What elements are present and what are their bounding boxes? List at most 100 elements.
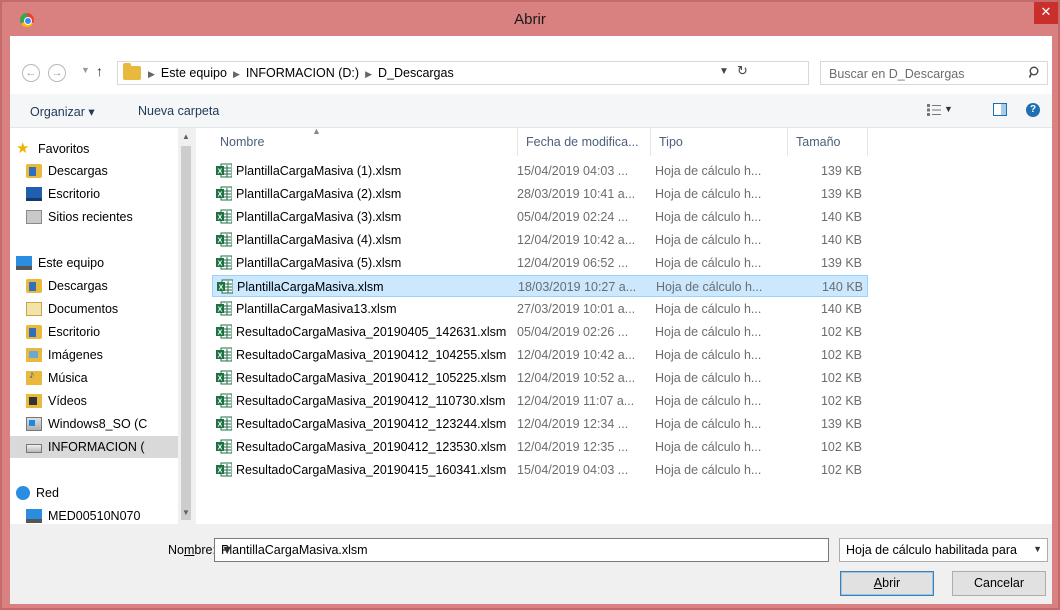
excel-file-icon: X bbox=[216, 439, 233, 454]
file-row[interactable]: X ResultadoCargaMasiva_20190412_123244.xl… bbox=[212, 413, 868, 435]
breadcrumb-item[interactable]: D_Descargas bbox=[378, 66, 454, 80]
chevron-down-icon[interactable]: ▼ bbox=[221, 543, 822, 557]
chevron-right-icon[interactable]: ▶ bbox=[148, 66, 155, 80]
breadcrumb-item[interactable]: Este equipo bbox=[161, 66, 227, 80]
nav-documents[interactable]: Documentos bbox=[10, 298, 178, 320]
command-toolbar: Organizar ▾ Nueva carpeta ▼ ? bbox=[10, 94, 1052, 128]
scroll-down-icon[interactable]: ▼ bbox=[182, 508, 190, 517]
file-name: PlantillaCargaMasiva13.xlsm bbox=[236, 302, 397, 316]
chevron-down-icon[interactable]: ▼ bbox=[1033, 544, 1042, 554]
nav-network[interactable]: Red bbox=[10, 482, 178, 504]
filename-label-accesskey: m bbox=[183, 543, 195, 557]
address-bar[interactable]: ▶ Este equipo ▶ INFORMACION (D:) ▶ D_Des… bbox=[117, 61, 809, 85]
file-size: 139 KB bbox=[820, 417, 862, 431]
organize-button[interactable]: Organizar ▾ bbox=[30, 104, 95, 119]
downloads-folder-icon bbox=[26, 164, 42, 178]
address-dropdown-icon[interactable]: ▼ bbox=[719, 66, 729, 77]
address-row: ← → ▼ ↑ ▶ Este equipo ▶ INFORMACION (D:)… bbox=[10, 36, 1052, 94]
column-header-date[interactable]: Fecha de modifica... bbox=[518, 128, 651, 156]
file-row[interactable]: X PlantillaCargaMasiva (2).xlsm 28/03/2019… bbox=[212, 183, 868, 205]
file-type: Hoja de cálculo h... bbox=[655, 463, 762, 477]
file-size: 102 KB bbox=[820, 325, 862, 339]
search-icon[interactable] bbox=[1029, 66, 1041, 78]
file-type: Hoja de cálculo h... bbox=[655, 417, 762, 431]
nav-favorites[interactable]: ★ Favoritos bbox=[10, 138, 178, 160]
recent-locations-dropdown-icon[interactable]: ▼ bbox=[81, 65, 90, 75]
nav-videos[interactable]: Vídeos bbox=[10, 390, 178, 412]
svg-text:X: X bbox=[218, 353, 223, 360]
documents-icon bbox=[26, 302, 42, 316]
file-row[interactable]: X PlantillaCargaMasiva (5).xlsm 12/04/2019… bbox=[212, 252, 868, 274]
nav-this-pc[interactable]: Este equipo bbox=[10, 252, 178, 274]
file-name: ResultadoCargaMasiva_20190412_110730.xls… bbox=[236, 394, 506, 408]
file-row[interactable]: X PlantillaCargaMasiva (3).xlsm 05/04/2019… bbox=[212, 206, 868, 228]
drive-icon bbox=[26, 444, 42, 453]
search-input[interactable]: Buscar en D_Descargas bbox=[829, 67, 964, 81]
nav-downloads[interactable]: Descargas bbox=[10, 160, 178, 182]
nav-pc-downloads[interactable]: Descargas bbox=[10, 275, 178, 297]
file-size: 140 KB bbox=[820, 302, 862, 316]
cancel-button[interactable]: Cancelar bbox=[952, 571, 1046, 596]
view-options-icon[interactable] bbox=[927, 104, 941, 116]
filename-field[interactable]: PlantillaCargaMasiva.xlsm ▼ bbox=[214, 538, 829, 562]
preview-pane-icon[interactable] bbox=[993, 103, 1007, 116]
search-box[interactable]: Buscar en D_Descargas bbox=[820, 61, 1048, 85]
back-icon[interactable]: ← bbox=[22, 64, 40, 82]
file-date: 12/04/2019 12:35 ... bbox=[517, 440, 629, 454]
file-row[interactable]: X PlantillaCargaMasiva13.xlsm 27/03/2019 1… bbox=[212, 298, 868, 320]
column-header-name[interactable]: Nombre ▲ bbox=[212, 126, 518, 156]
file-type: Hoja de cálculo h... bbox=[655, 371, 762, 385]
close-button[interactable]: ✕ bbox=[1034, 2, 1058, 24]
file-row[interactable]: X ResultadoCargaMasiva_20190412_110730.xl… bbox=[212, 390, 868, 412]
nav-drive-c[interactable]: Windows8_SO (C bbox=[10, 413, 178, 435]
chevron-right-icon[interactable]: ▶ bbox=[233, 66, 240, 80]
svg-text:X: X bbox=[218, 468, 223, 475]
nav-music[interactable]: Música bbox=[10, 367, 178, 389]
file-date: 12/04/2019 10:42 a... bbox=[517, 233, 636, 247]
file-row[interactable]: X PlantillaCargaMasiva (4).xlsm 12/04/2019… bbox=[212, 229, 868, 251]
file-row[interactable]: X ResultadoCargaMasiva_20190405_142631.xl… bbox=[212, 321, 868, 343]
file-size: 140 KB bbox=[820, 210, 862, 224]
nav-network-computer[interactable]: MED00510N070 bbox=[10, 505, 178, 524]
forward-icon[interactable]: → bbox=[48, 64, 66, 82]
refresh-icon[interactable]: ↻ bbox=[737, 63, 748, 79]
star-icon: ★ bbox=[16, 140, 30, 157]
new-folder-button[interactable]: Nueva carpeta bbox=[138, 104, 219, 118]
breadcrumb-item[interactable]: INFORMACION (D:) bbox=[246, 66, 359, 80]
recent-places-icon bbox=[26, 210, 42, 224]
scroll-up-icon[interactable]: ▲ bbox=[182, 132, 190, 141]
file-row[interactable]: X PlantillaCargaMasiva.xlsm 18/03/2019 10:… bbox=[212, 275, 868, 297]
open-button[interactable]: Abrir bbox=[840, 571, 934, 596]
nav-pc-desktop[interactable]: Escritorio bbox=[10, 321, 178, 343]
file-row[interactable]: X ResultadoCargaMasiva_20190415_160341.xl… bbox=[212, 459, 868, 481]
file-date: 15/04/2019 04:03 ... bbox=[517, 463, 629, 477]
up-arrow-icon[interactable]: ↑ bbox=[96, 63, 103, 79]
file-list: Nombre ▲ Fecha de modifica... Tipo Tamaño… bbox=[196, 126, 1052, 524]
svg-text:X: X bbox=[219, 285, 224, 292]
nav-drive-d[interactable]: INFORMACION ( bbox=[10, 436, 178, 458]
file-size: 139 KB bbox=[820, 187, 862, 201]
chevron-right-icon[interactable]: ▶ bbox=[365, 66, 372, 80]
nav-pictures[interactable]: Imágenes bbox=[10, 344, 178, 366]
nav-recent-places[interactable]: Sitios recientes bbox=[10, 206, 178, 228]
view-dropdown-icon[interactable]: ▼ bbox=[944, 104, 953, 114]
column-header-size[interactable]: Tamaño bbox=[788, 128, 868, 156]
column-header-type[interactable]: Tipo bbox=[651, 128, 788, 156]
nav-scrollbar[interactable]: ▲ ▼ bbox=[178, 128, 194, 524]
computer-icon bbox=[26, 509, 42, 523]
nav-desktop[interactable]: Escritorio bbox=[10, 183, 178, 205]
file-row[interactable]: X PlantillaCargaMasiva (1).xlsm 15/04/2019… bbox=[212, 160, 868, 182]
file-type-value: Hoja de cálculo habilitada para bbox=[846, 543, 1017, 557]
file-row[interactable]: X ResultadoCargaMasiva_20190412_104255.xl… bbox=[212, 344, 868, 366]
svg-text:X: X bbox=[218, 376, 223, 383]
help-icon[interactable]: ? bbox=[1026, 103, 1040, 117]
scrollbar-thumb[interactable] bbox=[181, 146, 191, 520]
file-type-select[interactable]: Hoja de cálculo habilitada para ▼ bbox=[839, 538, 1048, 562]
title-bar[interactable]: Abrir ✕ bbox=[2, 2, 1058, 36]
file-type: Hoja de cálculo h... bbox=[655, 187, 762, 201]
file-row[interactable]: X ResultadoCargaMasiva_20190412_105225.xl… bbox=[212, 367, 868, 389]
file-date: 12/04/2019 11:07 a... bbox=[517, 394, 635, 408]
file-size: 140 KB bbox=[821, 280, 863, 294]
excel-file-icon: X bbox=[216, 163, 233, 178]
file-row[interactable]: X ResultadoCargaMasiva_20190412_123530.xl… bbox=[212, 436, 868, 458]
